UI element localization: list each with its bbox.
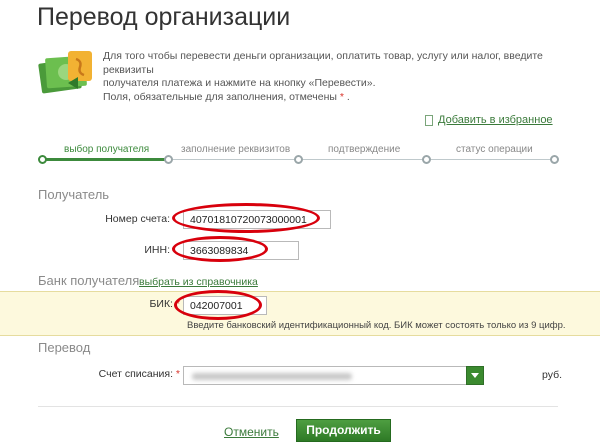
bik-hint: Введите банковский идентификационный код… bbox=[187, 320, 566, 331]
add-to-favorites-label: Добавить в избранное bbox=[438, 114, 553, 126]
intro-line-1: Для того чтобы перевести деньги организа… bbox=[103, 50, 543, 76]
bik-label: БИК: * bbox=[149, 298, 181, 310]
cancel-link[interactable]: Отменить bbox=[224, 425, 279, 439]
step-label-1: выбор получателя bbox=[64, 144, 150, 155]
intro-text: Для того чтобы перевести деньги организа… bbox=[103, 50, 573, 104]
recipient-section-title: Получатель bbox=[38, 187, 110, 202]
debit-account-select[interactable]: руб. bbox=[183, 366, 562, 385]
step-label-2: заполнение реквизитов bbox=[181, 144, 291, 155]
step-dot-3 bbox=[294, 155, 303, 164]
account-number-label: Номер счета: bbox=[105, 213, 170, 225]
bookmark-icon bbox=[425, 114, 433, 126]
chevron-down-icon bbox=[471, 373, 479, 378]
select-from-directory-link[interactable]: выбрать из справочника bbox=[139, 276, 258, 288]
step-label-3: подтверждение bbox=[328, 144, 401, 155]
dropdown-toggle[interactable] bbox=[466, 366, 484, 385]
continue-button[interactable]: Продолжить bbox=[296, 419, 391, 442]
inn-input[interactable]: 3663089834 bbox=[183, 241, 299, 260]
footer-divider bbox=[38, 406, 558, 407]
step-dot-4 bbox=[422, 155, 431, 164]
step-label-4: статус операции bbox=[456, 144, 533, 155]
progress-steps: выбор получателя заполнение реквизитов п… bbox=[38, 144, 559, 174]
debit-currency: руб. bbox=[542, 369, 563, 381]
step-dot-1 bbox=[38, 155, 47, 164]
bank-section-title: Банк получателя bbox=[38, 273, 140, 288]
transfer-section-title: Перевод bbox=[38, 340, 91, 355]
account-number-input[interactable]: 40701810720073000001 bbox=[183, 210, 331, 229]
page-title: Перевод организации bbox=[37, 3, 291, 31]
intro-line-3: Поля, обязательные для заполнения, отмеч… bbox=[103, 90, 350, 103]
inn-label: ИНН: bbox=[144, 244, 170, 256]
debit-account-label: Счет списания: * bbox=[98, 368, 180, 380]
add-to-favorites-link[interactable]: Добавить в избранное bbox=[425, 114, 553, 126]
money-transfer-icon bbox=[38, 47, 100, 99]
steps-track-active bbox=[42, 158, 170, 161]
intro-line-2: получателя платежа и нажмите на кнопку «… bbox=[103, 77, 376, 89]
bik-input[interactable]: 042007001 bbox=[183, 296, 267, 315]
step-dot-5 bbox=[550, 155, 559, 164]
step-dot-2 bbox=[164, 155, 173, 164]
blurred-account-info bbox=[192, 373, 352, 380]
